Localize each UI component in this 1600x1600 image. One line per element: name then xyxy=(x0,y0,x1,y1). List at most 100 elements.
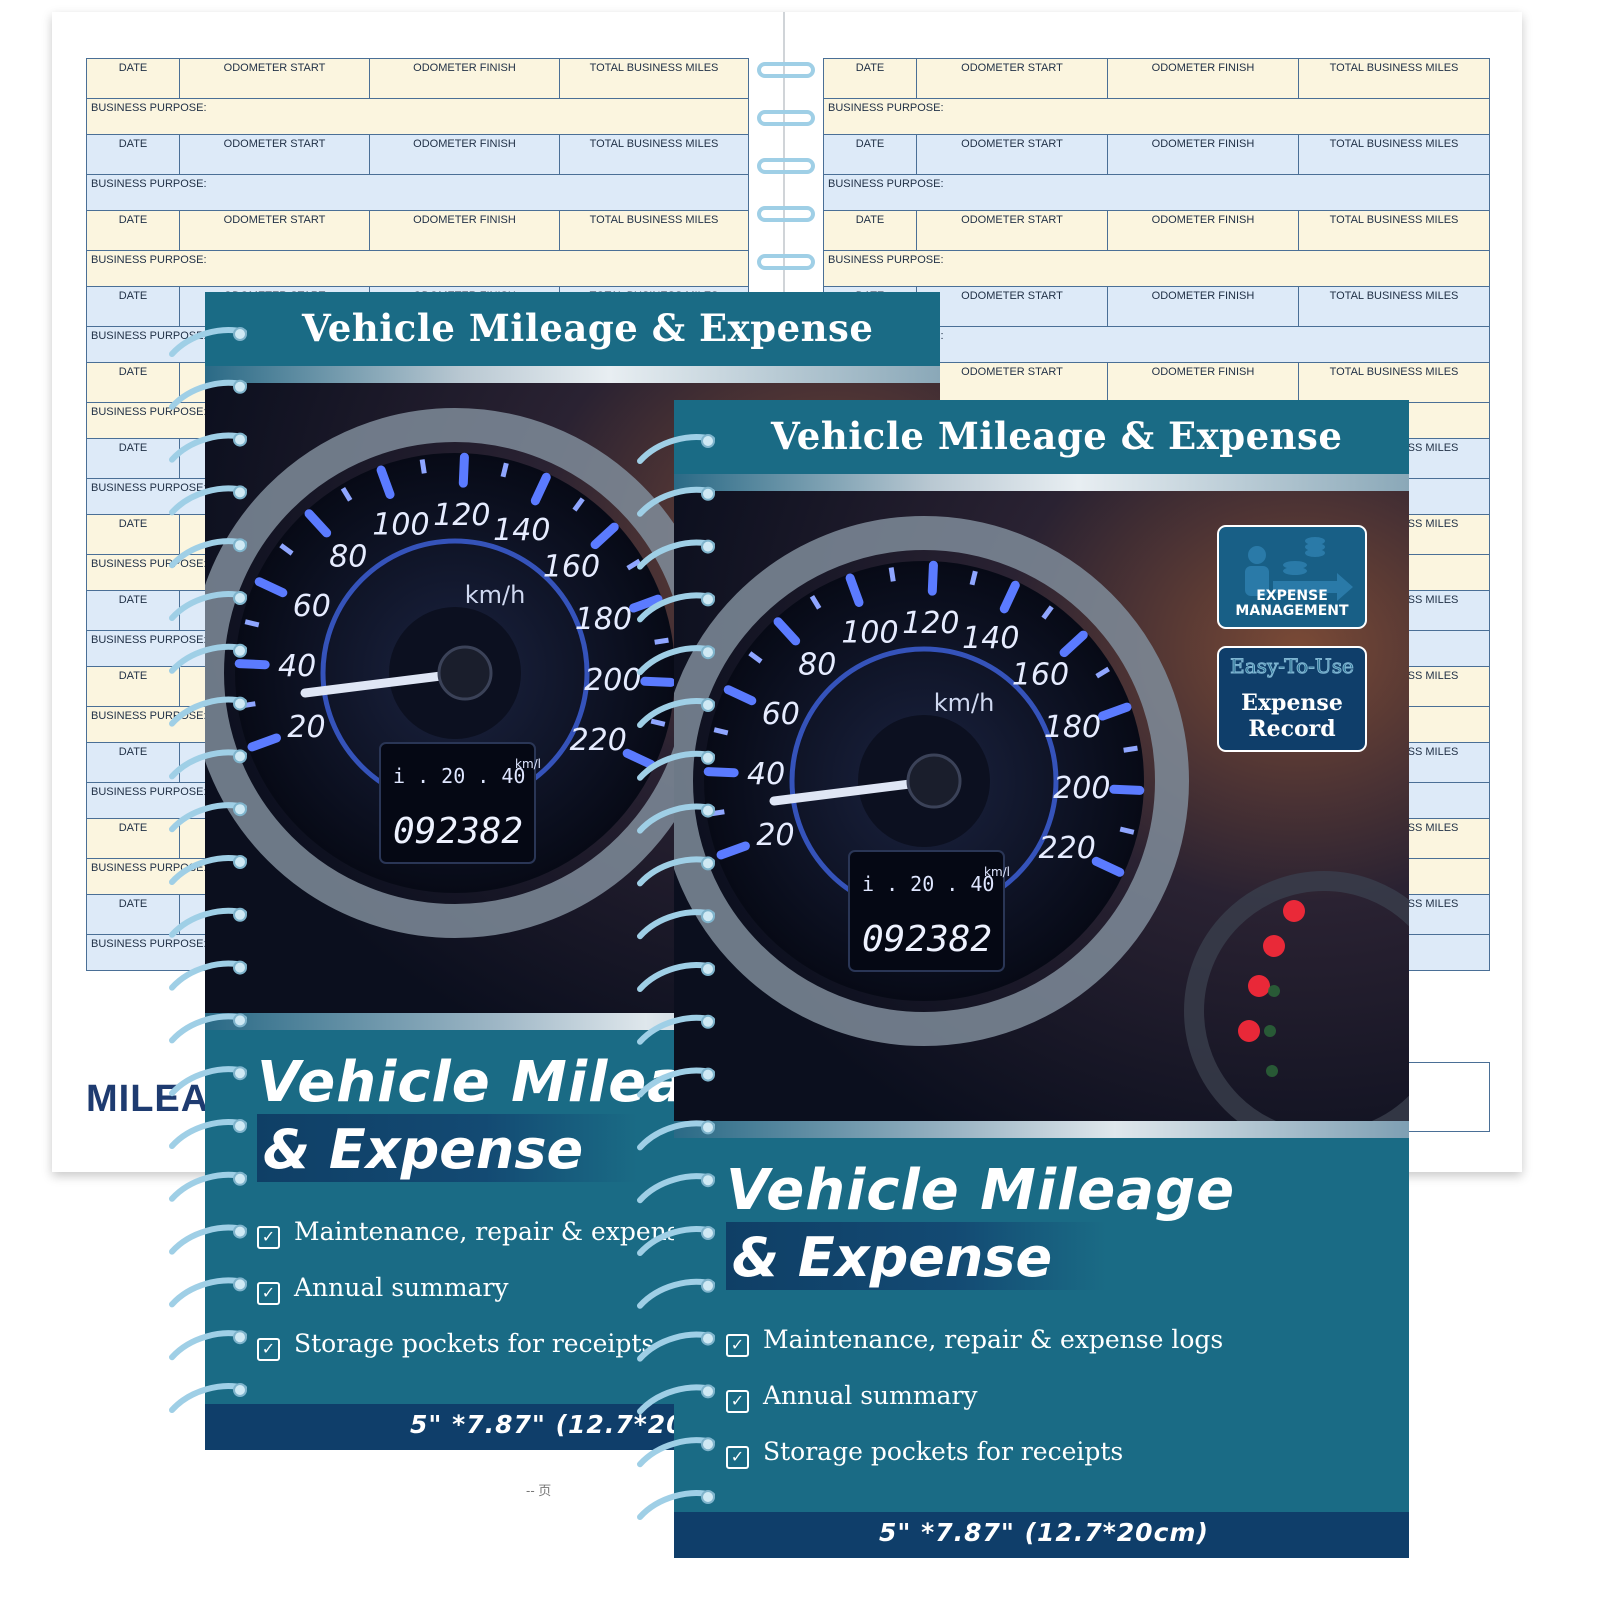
log-header-cell: ODOMETER START xyxy=(916,286,1108,327)
log-header-cell: TOTAL BUSINESS MILES xyxy=(559,58,749,99)
dial-tick-label: 40 xyxy=(747,757,785,792)
cover-title-line2: & Expense xyxy=(263,1118,584,1181)
log-header-cell: ODOMETER START xyxy=(916,58,1108,99)
log-header-cell: ODOMETER FINISH xyxy=(1107,362,1299,403)
log-header-cell: DATE xyxy=(823,210,917,251)
cover-top-band: Vehicle Mileage & Expense xyxy=(674,400,1409,474)
spiral-hole xyxy=(701,698,715,712)
dial-minor-tick xyxy=(1119,826,1135,835)
dial-tick-label: 60 xyxy=(293,589,331,624)
log-header-cell: TOTAL BUSINESS MILES xyxy=(559,134,749,175)
metal-strip-lower xyxy=(674,1121,1409,1138)
log-entry-header-row: DATEODOMETER STARTODOMETER FINISHTOTAL B… xyxy=(823,210,1490,251)
business-purpose-cell: BUSINESS PURPOSE: xyxy=(86,174,749,211)
cover-top-title: Vehicle Mileage & Expense xyxy=(302,306,874,350)
spiral-hole xyxy=(233,432,247,447)
dial-tick-label: 200 xyxy=(1053,771,1110,806)
log-header-cell: TOTAL BUSINESS MILES xyxy=(1298,210,1490,251)
spiral-hole xyxy=(233,591,247,605)
dial-tick-label: 60 xyxy=(762,697,800,732)
expense-management-badge: EXPENSE MANAGEMENT xyxy=(1217,525,1367,629)
dial-tick-label: 80 xyxy=(798,648,836,683)
metal-strip xyxy=(205,366,940,383)
log-entry-header-row: DATEODOMETER STARTODOMETER FINISHTOTAL B… xyxy=(823,58,1490,99)
spiral-hole xyxy=(701,1331,715,1346)
trip-readout: i . 20 . 40 xyxy=(862,872,994,896)
log-header-cell: ODOMETER START xyxy=(916,134,1108,175)
trip-unit-label: km/l xyxy=(515,757,541,771)
expense-management-label: EXPENSE MANAGEMENT xyxy=(1235,588,1349,619)
spiral-hole xyxy=(233,379,247,394)
easy-to-use-badge: Easy-To-Use Expense Record xyxy=(1217,646,1367,752)
cover-top-title: Vehicle Mileage & Expense xyxy=(771,414,1343,458)
spiral-hole xyxy=(233,1330,247,1345)
spiral-hole xyxy=(701,962,715,976)
business-purpose-cell: BUSINESS PURPOSE: xyxy=(823,174,1490,211)
spiral-hole xyxy=(233,1224,247,1239)
green-indicator-light xyxy=(1264,1025,1276,1037)
odometer-readout: 092382 xyxy=(862,919,992,960)
feature-item: ✓ Maintenance, repair & expense logs xyxy=(726,1325,1223,1357)
size-label: 5" *7.87" (12.7*20cm) xyxy=(879,1518,1209,1547)
log-purpose-row: BUSINESS PURPOSE: xyxy=(823,98,1490,135)
dial-tick-label: 80 xyxy=(329,540,367,575)
page-code: -- 页 xyxy=(526,1483,552,1498)
spiral-hole xyxy=(233,1383,247,1397)
spiral-hole xyxy=(233,1277,247,1292)
green-indicator-light xyxy=(1266,1065,1278,1077)
spiral-hole xyxy=(233,1119,247,1133)
dial-unit-label: km/h xyxy=(934,689,995,717)
spiral-binding-front xyxy=(637,434,715,1520)
dial-minor-tick xyxy=(969,570,978,586)
dial-tick-label: 180 xyxy=(1044,710,1101,745)
dial-tick-label: 100 xyxy=(841,616,898,651)
feature-item: ✓ Storage pockets for receipts xyxy=(257,1329,654,1361)
spiral-hole xyxy=(233,696,247,711)
spiral-hole xyxy=(701,803,715,818)
dial-tick-label: 160 xyxy=(1012,657,1069,692)
spiral-hole xyxy=(701,750,715,765)
check-box-icon: ✓ xyxy=(257,1338,280,1361)
business-purpose-cell: BUSINESS PURPOSE: xyxy=(86,98,749,135)
binding-ring xyxy=(757,254,815,270)
cover-top-band: Vehicle Mileage & Expense xyxy=(205,292,940,366)
spiral-hole xyxy=(233,327,247,341)
spiral-hole xyxy=(701,1437,715,1452)
log-header-cell: DATE xyxy=(823,58,917,99)
spiral-hole xyxy=(701,434,715,448)
dial-tick-label: 20 xyxy=(287,710,325,745)
binding-ring xyxy=(757,110,815,126)
dial-tick-label: 180 xyxy=(575,602,632,637)
spiral-hole xyxy=(701,539,715,554)
dial-tick xyxy=(1109,784,1145,795)
log-purpose-row: BUSINESS PURPOSE: xyxy=(86,250,749,287)
binding-ring xyxy=(757,206,815,222)
business-purpose-cell: BUSINESS PURPOSE: xyxy=(823,98,1490,135)
log-header-cell: ODOMETER FINISH xyxy=(369,210,560,251)
log-header-cell: TOTAL BUSINESS MILES xyxy=(1298,286,1490,327)
dial-needle-hub xyxy=(437,645,493,701)
log-header-cell: ODOMETER FINISH xyxy=(1107,286,1299,327)
feature-item: ✓ Annual summary xyxy=(257,1273,509,1305)
spiral-hole xyxy=(233,643,247,658)
spiral-hole xyxy=(701,1278,715,1293)
spiral-hole xyxy=(701,856,715,871)
spiral-hole xyxy=(701,1490,715,1504)
trip-readout: i . 20 . 40 xyxy=(393,764,525,788)
dial-tick-label: 220 xyxy=(570,723,627,758)
dial-tick-label: 100 xyxy=(372,508,429,543)
spiral-hole xyxy=(233,538,247,553)
spiral-hole xyxy=(233,1066,247,1081)
log-header-cell: ODOMETER FINISH xyxy=(1107,134,1299,175)
binding-ring xyxy=(757,158,815,174)
log-header-cell: ODOMETER FINISH xyxy=(1107,210,1299,251)
spiral-hole xyxy=(233,855,247,869)
spiral-hole xyxy=(233,907,247,922)
dial-unit-label: km/h xyxy=(465,581,526,609)
log-purpose-row: BUSINESS PURPOSE: xyxy=(86,174,749,211)
spiral-binding-back xyxy=(169,327,247,1413)
business-purpose-cell: BUSINESS PURPOSE: xyxy=(823,250,1490,287)
log-header-cell: DATE xyxy=(86,134,180,175)
red-indicator-light xyxy=(1248,975,1270,997)
dial-tick-label: 40 xyxy=(278,649,316,684)
